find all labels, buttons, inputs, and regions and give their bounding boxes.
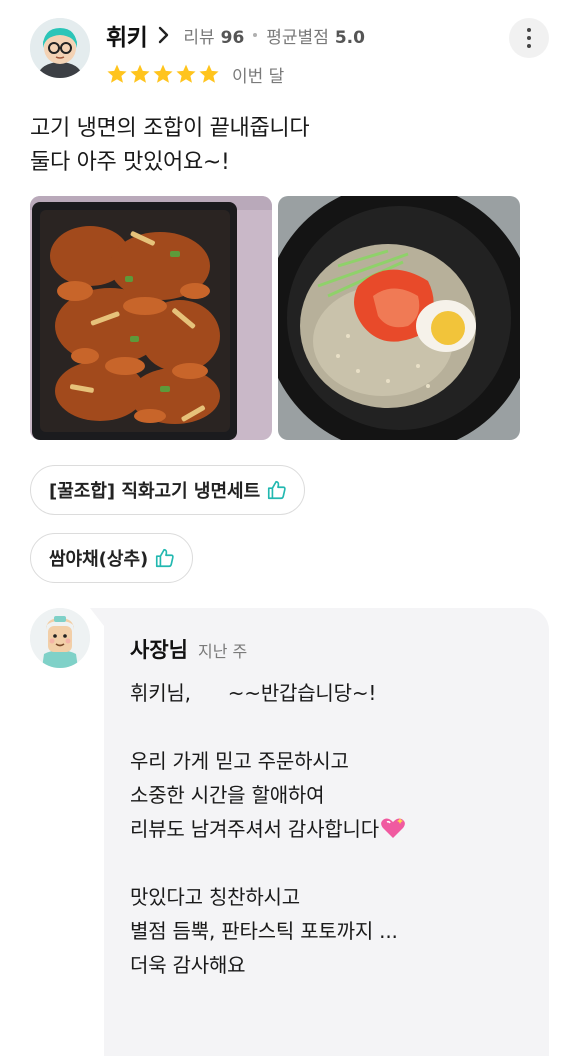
- review-date: 이번 달: [232, 66, 285, 87]
- average-rating: 평균별점 5.0: [266, 27, 365, 48]
- owner-avatar: [30, 608, 90, 668]
- star-icon: [199, 64, 219, 83]
- owner-name: 사장님: [130, 638, 188, 662]
- ordered-menu-chip[interactable]: 쌈야채(상추): [30, 533, 194, 583]
- reply-line: 우리 가게 믿고 주문하시고: [130, 749, 349, 773]
- reply-line: 맛있다고 칭찬하시고: [130, 885, 300, 909]
- sparkling-heart-icon: [381, 818, 405, 838]
- reply-line: [130, 846, 530, 880]
- reply-line: [130, 710, 530, 744]
- star-icon: [153, 64, 173, 83]
- review-text: 고기 냉면의 조합이 끝내줍니다 둘다 아주 맛있어요~!: [30, 112, 550, 180]
- rating-stars: [106, 63, 220, 85]
- reply-line: 리뷰도 남겨주셔서 감사합니다: [130, 812, 530, 846]
- ordered-menu-chip[interactable]: [꿀조합] 직화고기 냉면세트: [30, 465, 306, 515]
- reviewer-name[interactable]: 휘키: [106, 18, 148, 52]
- review-line: 고기 냉면의 조합이 끝내줍니다: [30, 116, 310, 141]
- thumbs-up-icon: [156, 548, 174, 568]
- photo-cold-noodles: [278, 196, 520, 440]
- more-vertical-icon: [527, 28, 531, 32]
- reply-line: 별점 듬뿍, 판타스틱 포토까지 ...: [130, 919, 398, 943]
- more-options-button[interactable]: [509, 18, 549, 58]
- photo-stir-fried-pork: [30, 196, 272, 440]
- star-icon: [107, 64, 127, 83]
- reviewer-avatar-icon: [30, 18, 90, 78]
- star-icon: [176, 64, 196, 83]
- reply-line: 소중한 시간을 할애하여: [130, 783, 325, 807]
- reviewer-avatar[interactable]: [30, 18, 90, 78]
- chevron-right-icon[interactable]: [157, 26, 171, 44]
- reply-line: 휘키님, ~~반갑습니당~!: [130, 681, 377, 705]
- review-count: 리뷰 96: [183, 27, 245, 48]
- owner-avatar-icon: [30, 608, 90, 668]
- owner-header: 사장님 지난 주: [130, 634, 247, 664]
- rating-row: 이번 달: [106, 60, 284, 88]
- reviewer-info-row: 휘키 리뷰 96 평균별점 5.0: [106, 18, 365, 52]
- reply-line: 더욱 감사해요: [130, 953, 246, 977]
- review-photo-1[interactable]: [30, 196, 272, 440]
- owner-reply-text: 휘키님, ~~반갑습니당~! 우리 가게 믿고 주문하시고 소중한 시간을 할애…: [130, 676, 530, 982]
- owner-reply-date: 지난 주: [197, 642, 248, 661]
- thumbs-up-icon: [268, 480, 286, 500]
- meta-separator: [253, 33, 258, 37]
- review-line: 둘다 아주 맛있어요~!: [30, 150, 230, 175]
- review-photo-2[interactable]: [278, 196, 520, 440]
- star-icon: [130, 64, 150, 83]
- menu-name: 쌈야채(상추): [49, 549, 149, 570]
- menu-name: [꿀조합] 직화고기 냉면세트: [49, 481, 261, 502]
- owner-reply: 사장님 지난 주 휘키님, ~~반갑습니당~! 우리 가게 믿고 주문하시고 소…: [90, 608, 549, 1056]
